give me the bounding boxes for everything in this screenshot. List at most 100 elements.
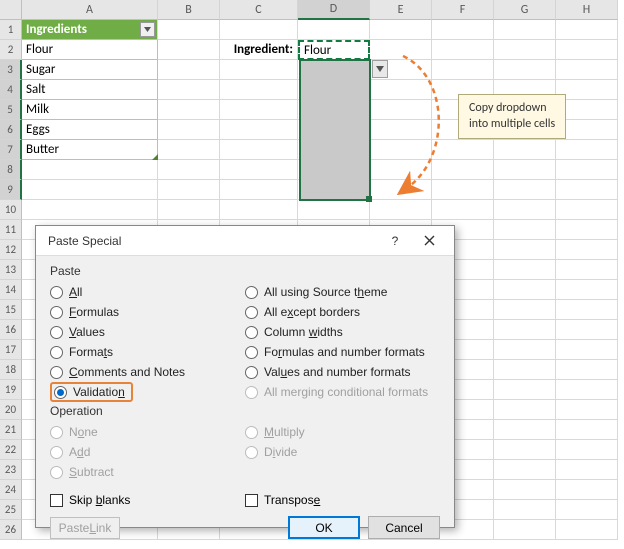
cell-C5[interactable] bbox=[220, 100, 298, 120]
cell-C10[interactable] bbox=[220, 200, 298, 220]
cell-F10[interactable] bbox=[432, 200, 494, 220]
cancel-button[interactable]: Cancel bbox=[368, 516, 440, 539]
cell-B9[interactable] bbox=[158, 180, 220, 200]
cell-A6[interactable]: Eggs bbox=[22, 120, 158, 140]
dialog-close-button[interactable] bbox=[412, 229, 446, 253]
cell-E2[interactable] bbox=[370, 40, 432, 60]
chk-transpose[interactable]: Transpose bbox=[245, 490, 440, 510]
cell-A4[interactable]: Salt bbox=[22, 80, 158, 100]
row-head-9[interactable]: 9 bbox=[0, 180, 22, 200]
cell-G16[interactable] bbox=[494, 320, 556, 340]
cell-G20[interactable] bbox=[494, 400, 556, 420]
cell-A3[interactable]: Sugar bbox=[22, 60, 158, 80]
cell-G1[interactable] bbox=[494, 20, 556, 40]
filter-icon[interactable] bbox=[140, 22, 155, 37]
cell-H13[interactable] bbox=[556, 260, 618, 280]
cell-G17[interactable] bbox=[494, 340, 556, 360]
cell-H10[interactable] bbox=[556, 200, 618, 220]
row-head-18[interactable]: 18 bbox=[0, 360, 22, 380]
opt-validation[interactable]: Validation bbox=[50, 382, 245, 402]
cell-A2[interactable]: Flour bbox=[22, 40, 158, 60]
opt-values-number[interactable]: Values and number formats bbox=[245, 362, 440, 382]
cell-B1[interactable] bbox=[158, 20, 220, 40]
cell-B10[interactable] bbox=[158, 200, 220, 220]
cell-E10[interactable] bbox=[370, 200, 432, 220]
cell-G19[interactable] bbox=[494, 380, 556, 400]
cell-E5[interactable] bbox=[370, 100, 432, 120]
cell-H26[interactable] bbox=[556, 520, 618, 540]
cell-C2[interactable]: Ingredient: bbox=[220, 40, 298, 60]
cell-D6[interactable] bbox=[298, 120, 370, 140]
cell-G7[interactable] bbox=[494, 140, 556, 160]
cell-A5[interactable]: Milk bbox=[22, 100, 158, 120]
cell-F8[interactable] bbox=[432, 160, 494, 180]
cell-C4[interactable] bbox=[220, 80, 298, 100]
cell-F1[interactable] bbox=[432, 20, 494, 40]
cell-C1[interactable] bbox=[220, 20, 298, 40]
cell-G8[interactable] bbox=[494, 160, 556, 180]
opt-formulas[interactable]: Formulas bbox=[50, 302, 245, 322]
dropdown-arrow-icon[interactable] bbox=[372, 60, 388, 78]
row-head-22[interactable]: 22 bbox=[0, 440, 22, 460]
cell-C3[interactable] bbox=[220, 60, 298, 80]
chk-skip-blanks[interactable]: Skip blanks bbox=[50, 490, 245, 510]
cell-H23[interactable] bbox=[556, 460, 618, 480]
cell-D5[interactable] bbox=[298, 100, 370, 120]
cell-E9[interactable] bbox=[370, 180, 432, 200]
row-head-5[interactable]: 5 bbox=[0, 100, 22, 120]
opt-formulas-number[interactable]: Formulas and number formats bbox=[245, 342, 440, 362]
row-head-12[interactable]: 12 bbox=[0, 240, 22, 260]
cell-D4[interactable] bbox=[298, 80, 370, 100]
row-head-7[interactable]: 7 bbox=[0, 140, 22, 160]
opt-all[interactable]: All bbox=[50, 282, 245, 302]
cell-B7[interactable] bbox=[158, 140, 220, 160]
cell-F2[interactable] bbox=[432, 40, 494, 60]
cell-H25[interactable] bbox=[556, 500, 618, 520]
cell-H22[interactable] bbox=[556, 440, 618, 460]
cell-G14[interactable] bbox=[494, 280, 556, 300]
row-head-8[interactable]: 8 bbox=[0, 160, 22, 180]
row-head-24[interactable]: 24 bbox=[0, 480, 22, 500]
cell-G11[interactable] bbox=[494, 220, 556, 240]
cell-B2[interactable] bbox=[158, 40, 220, 60]
col-head-H[interactable]: H bbox=[556, 0, 618, 20]
cell-H8[interactable] bbox=[556, 160, 618, 180]
cell-A7[interactable]: Butter bbox=[22, 140, 158, 160]
cell-G9[interactable] bbox=[494, 180, 556, 200]
col-head-G[interactable]: G bbox=[494, 0, 556, 20]
row-head-4[interactable]: 4 bbox=[0, 80, 22, 100]
row-head-25[interactable]: 25 bbox=[0, 500, 22, 520]
cell-A1[interactable]: Ingredients bbox=[22, 20, 158, 40]
cell-H14[interactable] bbox=[556, 280, 618, 300]
cell-C7[interactable] bbox=[220, 140, 298, 160]
cell-G3[interactable] bbox=[494, 60, 556, 80]
col-head-F[interactable]: F bbox=[432, 0, 494, 20]
cell-H21[interactable] bbox=[556, 420, 618, 440]
col-head-D[interactable]: D bbox=[298, 0, 370, 20]
cell-G21[interactable] bbox=[494, 420, 556, 440]
col-head-B[interactable]: B bbox=[158, 0, 220, 20]
cell-G10[interactable] bbox=[494, 200, 556, 220]
cell-G26[interactable] bbox=[494, 520, 556, 540]
cell-E7[interactable] bbox=[370, 140, 432, 160]
opt-theme[interactable]: All using Source theme bbox=[245, 282, 440, 302]
cell-B8[interactable] bbox=[158, 160, 220, 180]
cell-H17[interactable] bbox=[556, 340, 618, 360]
cell-G15[interactable] bbox=[494, 300, 556, 320]
opt-formats[interactable]: Formats bbox=[50, 342, 245, 362]
ok-button[interactable]: OK bbox=[288, 516, 360, 539]
row-head-15[interactable]: 15 bbox=[0, 300, 22, 320]
cell-H16[interactable] bbox=[556, 320, 618, 340]
cell-H7[interactable] bbox=[556, 140, 618, 160]
cell-G13[interactable] bbox=[494, 260, 556, 280]
row-head-14[interactable]: 14 bbox=[0, 280, 22, 300]
cell-D2[interactable]: Flour bbox=[298, 40, 370, 60]
cell-H1[interactable] bbox=[556, 20, 618, 40]
cell-F9[interactable] bbox=[432, 180, 494, 200]
opt-comments[interactable]: Comments and Notes bbox=[50, 362, 245, 382]
cell-B6[interactable] bbox=[158, 120, 220, 140]
cell-H9[interactable] bbox=[556, 180, 618, 200]
col-head-E[interactable]: E bbox=[370, 0, 432, 20]
cell-G23[interactable] bbox=[494, 460, 556, 480]
cell-H12[interactable] bbox=[556, 240, 618, 260]
